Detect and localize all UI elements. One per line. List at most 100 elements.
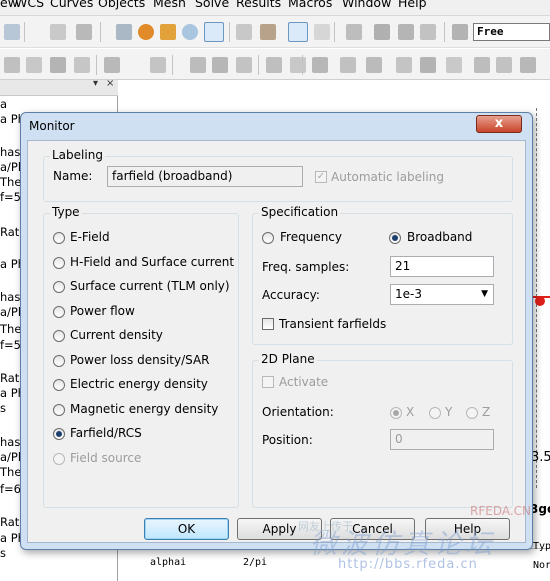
orientation-x-radio[interactable] — [390, 407, 402, 419]
type-power-flow-radio[interactable] — [53, 306, 65, 318]
symmetry-icon[interactable] — [236, 57, 252, 73]
transform-icon[interactable] — [374, 24, 390, 40]
activate-label[interactable]: Activate — [279, 375, 328, 389]
pick-face-icon[interactable] — [26, 57, 42, 73]
export-icon[interactable] — [76, 24, 92, 40]
import-icon[interactable] — [50, 24, 66, 40]
menu-solve[interactable]: Solve — [195, 0, 229, 11]
ok-button[interactable]: OK — [144, 518, 229, 540]
boundary-icon[interactable] — [212, 57, 228, 73]
type-magnetic-energy-radio[interactable] — [53, 404, 65, 416]
type-field-source-radio[interactable] — [53, 453, 65, 465]
close-button[interactable]: x — [476, 115, 522, 133]
settings-icon[interactable] — [260, 24, 276, 40]
type-surface-current-radio[interactable] — [53, 281, 65, 293]
transient-farfields-label[interactable]: Transient farfields — [279, 317, 386, 331]
solver-icon[interactable] — [396, 57, 412, 73]
background-icon[interactable] — [340, 57, 356, 73]
grid-icon[interactable] — [314, 24, 330, 40]
watermark-title: 微波仿真论坛 — [310, 529, 496, 560]
automatic-labeling-checkbox[interactable]: ✓ — [315, 171, 327, 183]
position-field[interactable]: 0 — [390, 429, 494, 450]
rotate-icon[interactable] — [116, 24, 132, 40]
align-icon[interactable] — [398, 24, 414, 40]
pick-point-icon[interactable] — [288, 22, 308, 42]
toolbar-separator — [100, 22, 101, 42]
type-farfield-radio[interactable] — [53, 428, 65, 440]
type-power-loss-radio[interactable] — [53, 355, 65, 367]
tools-icon[interactable] — [520, 57, 536, 73]
secondary-toolbar — [0, 49, 550, 80]
pan-icon[interactable] — [160, 24, 176, 40]
table-cell: alphai — [150, 557, 187, 568]
panel-menu-icon[interactable]: ▾ — [93, 78, 98, 89]
freq-samples-field[interactable]: 21 — [390, 256, 494, 277]
toolbar-separator — [24, 22, 25, 42]
mesh-icon[interactable] — [236, 24, 252, 40]
clear-picks-icon[interactable] — [74, 57, 90, 73]
zoom-icon[interactable] — [182, 24, 198, 40]
panel-close-icon[interactable]: × — [106, 78, 114, 89]
type-current-density-label[interactable]: Current density — [70, 328, 163, 342]
orientation-y-label[interactable]: Y — [445, 405, 452, 419]
type-hfield-label[interactable]: H-Field and Surface current — [70, 255, 234, 269]
pick-icon[interactable] — [4, 57, 20, 73]
start-icon[interactable] — [420, 57, 436, 73]
type-current-density-radio[interactable] — [53, 330, 65, 342]
brick-icon[interactable] — [346, 24, 362, 40]
orientation-y-radio[interactable] — [429, 407, 441, 419]
type-hfield-radio[interactable] — [53, 257, 65, 269]
type-electric-energy-radio[interactable] — [53, 379, 65, 391]
new-icon[interactable] — [4, 24, 20, 40]
type-magnetic-energy-label[interactable]: Magnetic energy density — [70, 402, 218, 416]
boolean-icon[interactable] — [420, 24, 436, 40]
menu-window[interactable]: Window — [342, 0, 391, 11]
cylinder-icon[interactable] — [104, 57, 120, 73]
mode-combo[interactable]: Free — [473, 23, 550, 41]
orientation-z-label[interactable]: Z — [482, 405, 490, 419]
broadband-radio[interactable] — [389, 232, 401, 244]
orientation-z-radio[interactable] — [466, 407, 478, 419]
refresh-icon[interactable] — [138, 24, 154, 40]
activate-checkbox[interactable] — [262, 376, 274, 388]
type-power-loss-label[interactable]: Power loss density/SAR — [70, 353, 210, 367]
plot-marker[interactable] — [535, 296, 545, 306]
type-surface-current-label[interactable]: Surface current (TLM only) — [70, 279, 230, 293]
broadband-label[interactable]: Broadband — [407, 230, 472, 244]
menu-results[interactable]: Results — [236, 0, 281, 11]
frequency-radio[interactable] — [262, 232, 274, 244]
zoom-window-icon[interactable] — [204, 22, 224, 42]
position-label: Position: — [262, 433, 313, 447]
type-farfield-label[interactable]: Farfield/RCS — [70, 426, 142, 440]
menu-help[interactable]: Help — [398, 0, 427, 11]
template-icon[interactable] — [474, 57, 490, 73]
menu-objects[interactable]: Objects — [98, 0, 145, 11]
results-icon[interactable] — [446, 57, 462, 73]
menu-mesh[interactable]: Mesh — [153, 0, 186, 11]
history-icon[interactable] — [452, 24, 468, 40]
probe-icon[interactable] — [290, 57, 306, 73]
menu-wcs[interactable]: WCS — [15, 0, 44, 11]
tree-item[interactable]: a — [0, 98, 7, 111]
menu-macros[interactable]: Macros — [288, 0, 332, 11]
frequency-icon[interactable] — [312, 57, 328, 73]
monitor-icon[interactable] — [266, 57, 282, 73]
menu-curves[interactable]: Curves — [50, 0, 93, 11]
type-efield-label[interactable]: E-Field — [70, 230, 110, 244]
units-icon[interactable] — [366, 57, 382, 73]
macro-icon[interactable] — [496, 57, 512, 73]
type-electric-energy-label[interactable]: Electric energy density — [70, 377, 208, 391]
tree-item[interactable]: s — [0, 402, 6, 415]
type-field-source-label[interactable]: Field source — [70, 451, 141, 465]
timer-icon[interactable] — [150, 57, 166, 73]
accuracy-dropdown[interactable]: 1e-3 ▼ — [390, 284, 494, 305]
frequency-label[interactable]: Frequency — [280, 230, 342, 244]
pick-edge-icon[interactable] — [50, 57, 66, 73]
orientation-x-label[interactable]: X — [406, 405, 414, 419]
port-icon[interactable] — [190, 57, 206, 73]
tree-item[interactable]: s — [0, 547, 6, 560]
type-power-flow-label[interactable]: Power flow — [70, 304, 135, 318]
name-field[interactable]: farfield (broadband) — [107, 166, 303, 187]
type-efield-radio[interactable] — [53, 232, 65, 244]
transient-farfields-checkbox[interactable] — [262, 318, 274, 330]
